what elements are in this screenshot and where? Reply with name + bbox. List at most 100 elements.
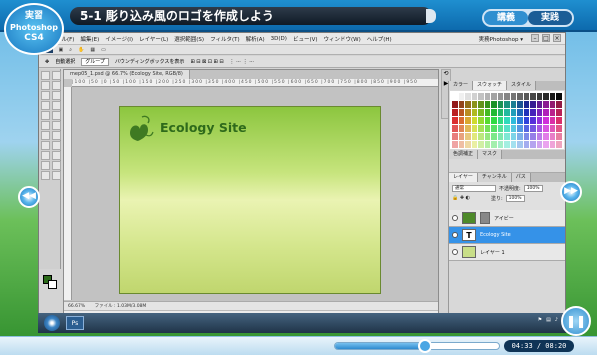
swatch-cell[interactable] [478,125,484,132]
swatch-cell[interactable] [465,109,471,116]
swatch-cell[interactable] [556,125,562,132]
tray-network-icon[interactable]: ▤ [546,317,551,323]
swatch-cell[interactable] [491,101,497,108]
swatch-cell[interactable] [510,125,517,132]
swatch-cell[interactable] [491,133,497,140]
transform-controls-label[interactable]: バウンディングボックスを表示 [115,58,185,65]
swatch-cell[interactable] [471,117,478,124]
marquee-icon[interactable] [52,71,61,80]
swatch-cell[interactable] [504,141,510,148]
swatch-cell[interactable] [504,117,510,124]
swatch-cell[interactable] [517,125,523,132]
swatch-cell[interactable] [517,101,523,108]
swatch-cell[interactable] [504,125,510,132]
swatch-cell[interactable] [530,141,536,148]
swatch-cell[interactable] [523,109,530,116]
menu-layer[interactable]: レイヤー(L) [139,35,168,43]
eraser-icon[interactable] [41,121,50,130]
tab-styles[interactable]: スタイル [507,81,537,90]
swatch-cell[interactable] [523,117,530,124]
swatch-cell[interactable] [465,141,471,148]
swatch-cell[interactable] [549,141,556,148]
swatch-cell[interactable] [491,93,497,100]
quick-select-icon[interactable] [52,81,61,90]
swatch-cell[interactable] [484,109,491,116]
dodge-icon[interactable] [52,131,61,140]
opacity-field[interactable]: 100% [523,184,543,192]
swatch-cell[interactable] [556,109,562,116]
workspace-switcher[interactable]: 実務Photoshop ▾ [479,35,523,43]
swatch-cell[interactable] [497,109,504,116]
swatch-cell[interactable] [517,93,523,100]
swatch-cell[interactable] [491,141,497,148]
swatch-cell[interactable] [458,101,465,108]
close-icon[interactable]: × [553,34,561,42]
swatch-cell[interactable] [510,133,517,140]
swatch-cell[interactable] [517,133,523,140]
distribute-buttons-icon[interactable]: ⋮ ⋯ ⋮ ⋯ [230,59,255,65]
swatch-cell[interactable] [536,141,543,148]
swatch-grid[interactable] [450,91,564,149]
swatch-cell[interactable] [536,109,543,116]
swatch-cell[interactable] [504,109,510,116]
swatch-cell[interactable] [465,133,471,140]
tab-lecture[interactable]: 講義 [484,11,528,25]
layer-row-ecology-site[interactable]: T Ecology Site [449,227,565,244]
swatch-cell[interactable] [536,125,543,132]
tab-channels[interactable]: チャンネル [477,173,512,182]
seek-bar[interactable] [334,342,500,350]
document-tab[interactable]: mep05_1.psd @ 66.7% (Ecology Site, RGB/8… [64,70,190,79]
swatch-cell[interactable] [478,117,484,124]
eye-icon[interactable] [452,249,458,255]
swatch-cell[interactable] [478,109,484,116]
swatch-cell[interactable] [543,133,549,140]
swatch-cell[interactable] [530,93,536,100]
swatch-cell[interactable] [523,125,530,132]
swatch-cell[interactable] [523,93,530,100]
arrange-docs-icon[interactable]: ▦ [90,47,95,53]
move-tool-icon[interactable]: ✥ [45,59,49,65]
brush-icon[interactable] [52,101,61,110]
swatch-cell[interactable] [491,117,497,124]
swatch-cell[interactable] [458,133,465,140]
launch-bridge-icon[interactable]: ▣ [59,47,64,53]
swatch-cell[interactable] [465,101,471,108]
tray-volume-icon[interactable]: ♪ [555,317,558,323]
tab-color[interactable]: カラー [449,81,474,90]
swatch-cell[interactable] [497,133,504,140]
healing-icon[interactable] [41,101,50,110]
move-icon[interactable] [41,71,50,80]
pause-button[interactable]: ❚❚ [561,306,591,336]
blur-icon[interactable] [41,131,50,140]
swatch-cell[interactable] [471,125,478,132]
swatch-cell[interactable] [497,141,504,148]
swatch-cell[interactable] [530,101,536,108]
swatch-cell[interactable] [484,93,491,100]
pen-icon[interactable] [41,141,50,150]
menu-3d[interactable]: 3D(D) [271,36,287,42]
stamp-icon[interactable] [41,111,50,120]
layer-row-ivy[interactable]: アイビー [449,210,565,227]
swatch-cell[interactable] [543,101,549,108]
tray-flag-icon[interactable]: ⚑ [538,317,542,323]
swatch-cell[interactable] [556,117,562,124]
swatch-cell[interactable] [523,141,530,148]
swatch-cell[interactable] [471,141,478,148]
fill-field[interactable]: 100% [505,194,525,202]
swatch-cell[interactable] [465,125,471,132]
shape-icon[interactable] [52,151,61,160]
swatch-cell[interactable] [478,133,484,140]
swatch-cell[interactable] [458,141,465,148]
type-icon[interactable] [52,141,61,150]
background-color-swatch[interactable] [48,280,57,289]
swatch-cell[interactable] [478,93,484,100]
start-button-icon[interactable] [44,315,60,331]
previous-button[interactable]: ◀◀ [18,186,40,208]
swatch-cell[interactable] [465,117,471,124]
swatch-cell[interactable] [523,101,530,108]
swatch-cell[interactable] [491,125,497,132]
menu-select[interactable]: 選択範囲(S) [174,35,204,43]
menu-image[interactable]: イメージ(I) [105,35,133,43]
swatch-cell[interactable] [510,101,517,108]
menu-view[interactable]: ビュー(V) [293,35,318,43]
